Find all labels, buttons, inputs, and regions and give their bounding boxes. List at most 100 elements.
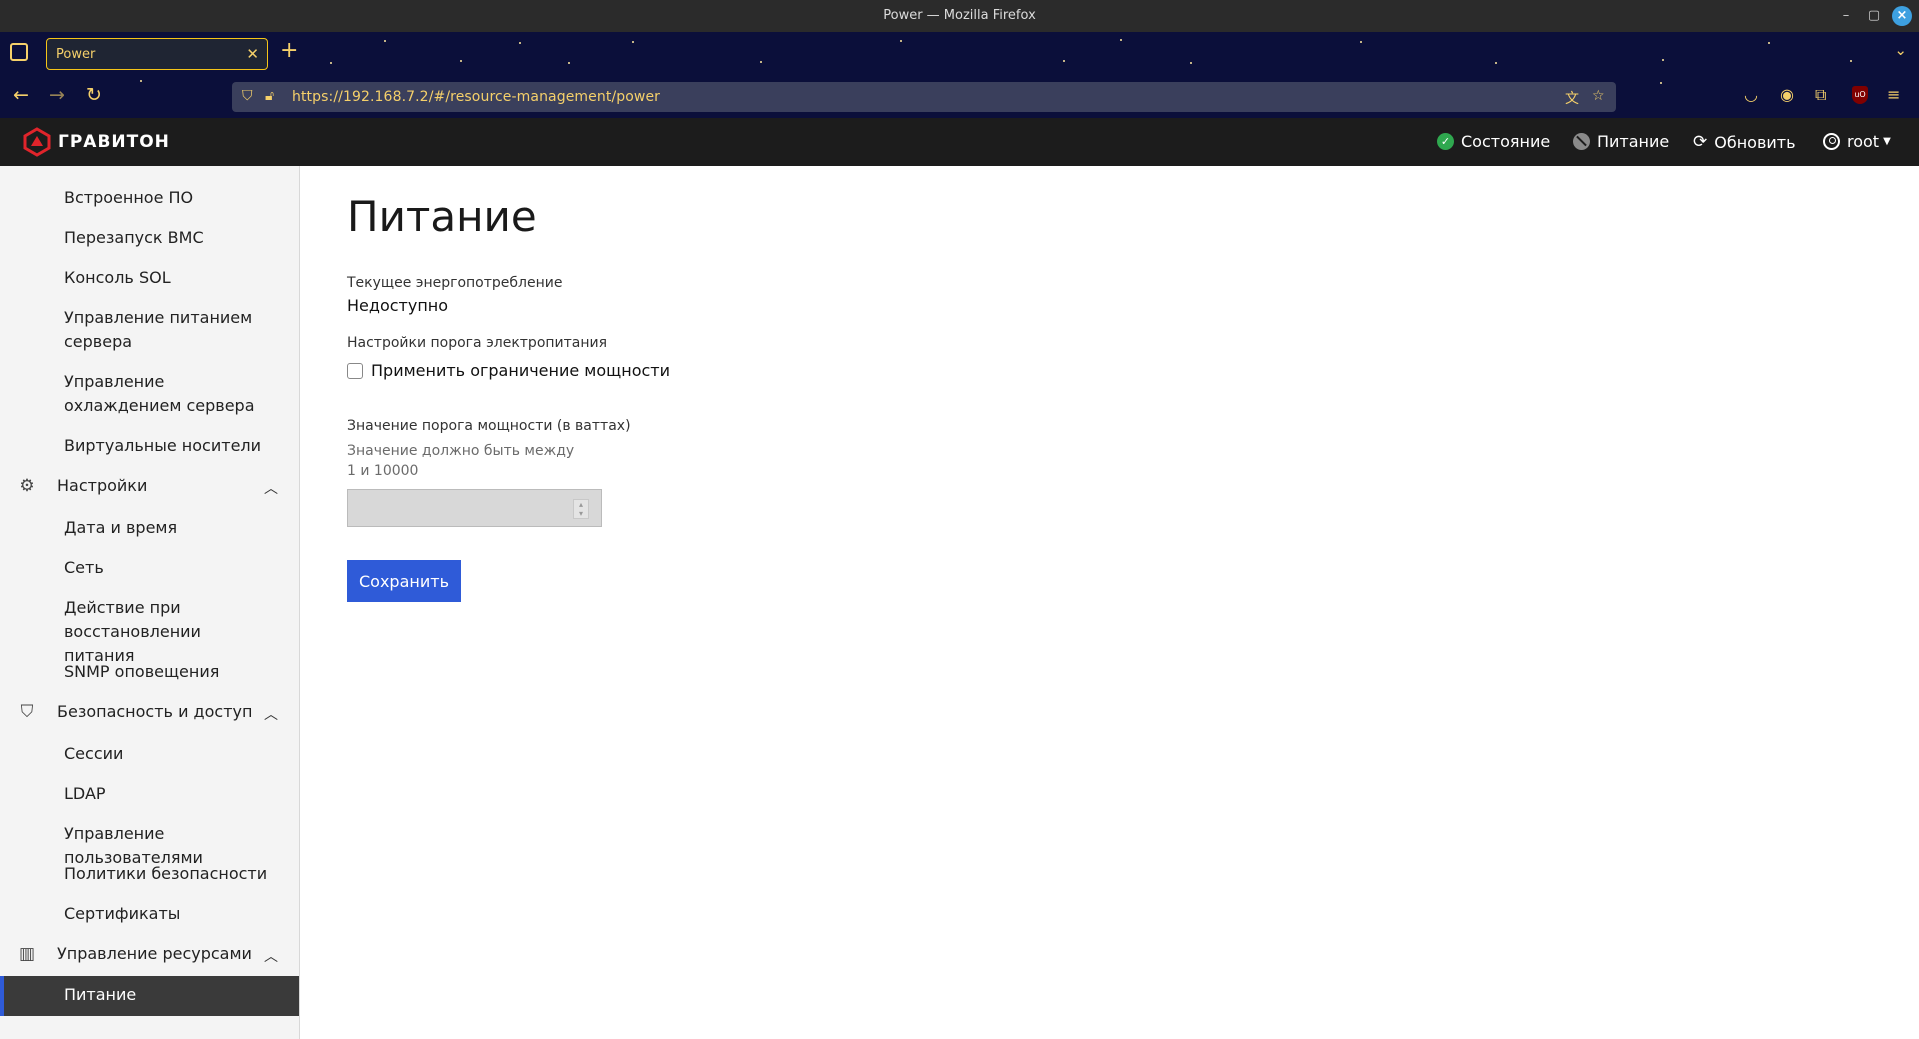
sidebar-item-snmp[interactable]: SNMP оповещения <box>64 660 219 684</box>
threshold-settings-label: Настройки порога электропитания <box>347 335 608 351</box>
page-title: Питание <box>347 192 537 241</box>
tab-overflow-chevron-icon[interactable]: ⌄ <box>1894 41 1907 59</box>
browser-tab-active[interactable]: Power ✕ <box>46 38 268 70</box>
star-decoration <box>1768 42 1770 44</box>
star-decoration <box>568 62 570 64</box>
chevron-up-icon: ︿ <box>264 707 278 723</box>
sidebar-group-resources-label: Управление ресурсами <box>57 944 252 963</box>
logo-mark-icon <box>23 127 51 157</box>
number-spinner-icon[interactable]: ▴ ▾ <box>573 499 589 519</box>
menu-hamburger-icon[interactable]: ≡ <box>1887 85 1900 104</box>
minimize-button[interactable]: – <box>1836 6 1856 26</box>
shield-icon[interactable]: ⛉ <box>242 88 253 104</box>
star-decoration <box>900 40 902 42</box>
check-circle-icon: ✓ <box>1437 133 1454 150</box>
star-decoration <box>1190 62 1192 64</box>
window-title: Power — Mozilla Firefox <box>883 8 1036 23</box>
cap-value-label: Значение порога мощности (в ваттах) <box>347 418 631 434</box>
sidebar-group-security-label: Безопасность и доступ <box>57 702 253 721</box>
refresh-icon: ⟳ <box>1693 132 1708 152</box>
status-label: Состояние <box>1461 132 1551 151</box>
tab-title: Power <box>56 47 96 62</box>
star-decoration <box>1360 41 1362 43</box>
user-circle-icon <box>1823 133 1840 150</box>
star-decoration <box>1063 60 1065 62</box>
sidebar-item-security-policies[interactable]: Политики безопасности <box>64 862 267 886</box>
chevron-up-icon: ︿ <box>264 949 278 965</box>
star-decoration <box>760 61 762 63</box>
sidebar-item-sol-console[interactable]: Консоль SOL <box>64 266 171 290</box>
active-indicator <box>0 976 4 1016</box>
sidebar-group-resources[interactable]: ▥ Управление ресурсами ︿ <box>0 935 299 975</box>
reload-icon[interactable]: ↻ <box>86 84 102 106</box>
extensions-icon[interactable]: ⧉ <box>1815 85 1826 105</box>
navigation-bar: ← → ↻ ⛉ 🔓︎ https://192.168.7.2/#/resourc… <box>0 74 1919 118</box>
apply-cap-row[interactable]: Применить ограничение мощности <box>347 361 670 380</box>
app-header: ГРАВИТОН ✓ Состояние Питание ⟳ Обновить … <box>0 118 1919 166</box>
shield-check-icon: ⛉ <box>20 702 34 722</box>
back-arrow-icon[interactable]: ← <box>13 84 29 106</box>
sidebar-item-date-time[interactable]: Дата и время <box>64 516 177 540</box>
book-icon: ▥ <box>18 944 36 964</box>
translate-icon[interactable]: 文 <box>1565 88 1579 108</box>
bookmark-star-icon[interactable]: ☆ <box>1592 88 1605 104</box>
sidebar-item-firmware[interactable]: Встроенное ПО <box>64 186 193 210</box>
tab-bar: Power ✕ + ⌄ <box>0 32 1919 74</box>
logo[interactable]: ГРАВИТОН <box>22 126 170 158</box>
sidebar-item-power[interactable]: Питание <box>0 976 299 1016</box>
sidebar-item-ldap[interactable]: LDAP <box>64 782 106 806</box>
apply-cap-checkbox[interactable] <box>347 362 363 379</box>
sidebar-group-settings[interactable]: ⚙ Настройки ︿ <box>0 467 299 507</box>
chevron-up-icon: ︿ <box>264 481 278 497</box>
consumption-label: Текущее энергопотребление <box>347 275 563 291</box>
sidebar-item-network[interactable]: Сеть <box>64 556 104 580</box>
close-window-button[interactable]: × <box>1892 6 1912 26</box>
sidebar-item-bmc-reboot[interactable]: Перезапуск BMC <box>64 226 204 250</box>
star-decoration <box>1660 82 1662 84</box>
tab-close-icon[interactable]: ✕ <box>246 45 259 63</box>
lock-warning-icon[interactable]: 🔓︎ <box>265 88 274 104</box>
apply-cap-label[interactable]: Применить ограничение мощности <box>371 361 670 380</box>
sidebar-item-certificates[interactable]: Сертификаты <box>64 902 180 926</box>
user-label: root <box>1847 132 1880 151</box>
sidebar-item-power-restore[interactable]: Действие при восстановлении питания <box>64 596 264 668</box>
new-tab-icon[interactable]: + <box>280 40 298 62</box>
user-menu-button[interactable]: root ▼ <box>1823 132 1891 151</box>
ublock-icon[interactable]: uO <box>1852 86 1868 104</box>
main-content: Питание Текущее энергопотребление Недост… <box>300 166 1919 1039</box>
star-decoration <box>1120 39 1122 41</box>
sidebar-item-sessions[interactable]: Сессии <box>64 742 123 766</box>
star-decoration <box>140 80 142 82</box>
account-icon[interactable]: ◉ <box>1780 85 1794 104</box>
star-decoration <box>330 62 332 64</box>
refresh-button[interactable]: ⟳ Обновить <box>1693 132 1796 152</box>
gear-icon: ⚙ <box>19 476 35 496</box>
refresh-label: Обновить <box>1714 132 1796 152</box>
sidebar-item-virtual-media[interactable]: Виртуальные носители <box>64 434 261 458</box>
caret-down-icon: ▼ <box>1883 136 1891 147</box>
window-titlebar: Power — Mozilla Firefox – ▢ × <box>0 0 1919 32</box>
save-button[interactable]: Сохранить <box>347 560 461 602</box>
pocket-icon[interactable]: ◡ <box>1744 85 1758 104</box>
star-decoration <box>519 42 521 44</box>
power-label: Питание <box>1597 132 1670 151</box>
tab-list-icon[interactable] <box>10 43 28 61</box>
url-bar[interactable]: ⛉ 🔓︎ https://192.168.7.2/#/resource-mana… <box>232 82 1616 112</box>
sidebar: Встроенное ПО Перезапуск BMC Консоль SOL… <box>0 166 300 1039</box>
star-decoration <box>384 40 386 42</box>
star-decoration <box>632 41 634 43</box>
sidebar-item-server-cooling[interactable]: Управление охлаждением сервера <box>64 370 264 418</box>
power-button[interactable]: Питание <box>1573 132 1669 151</box>
logo-text: ГРАВИТОН <box>58 132 170 152</box>
url-text[interactable]: https://192.168.7.2/#/resource-managemen… <box>292 89 660 105</box>
cap-value-input[interactable]: ▴ ▾ <box>347 489 602 527</box>
sidebar-item-power-label: Питание <box>64 985 137 1004</box>
forward-arrow-icon[interactable]: → <box>49 84 65 106</box>
sidebar-group-security[interactable]: ⛉ Безопасность и доступ ︿ <box>0 693 299 733</box>
sidebar-group-settings-label: Настройки <box>57 476 148 495</box>
cap-value-hint: Значение должно быть между 1 и 10000 <box>347 443 575 479</box>
maximize-button[interactable]: ▢ <box>1864 6 1884 26</box>
status-button[interactable]: ✓ Состояние <box>1437 132 1550 151</box>
sidebar-item-server-power[interactable]: Управление питанием сервера <box>64 306 264 354</box>
star-decoration <box>1662 59 1664 61</box>
